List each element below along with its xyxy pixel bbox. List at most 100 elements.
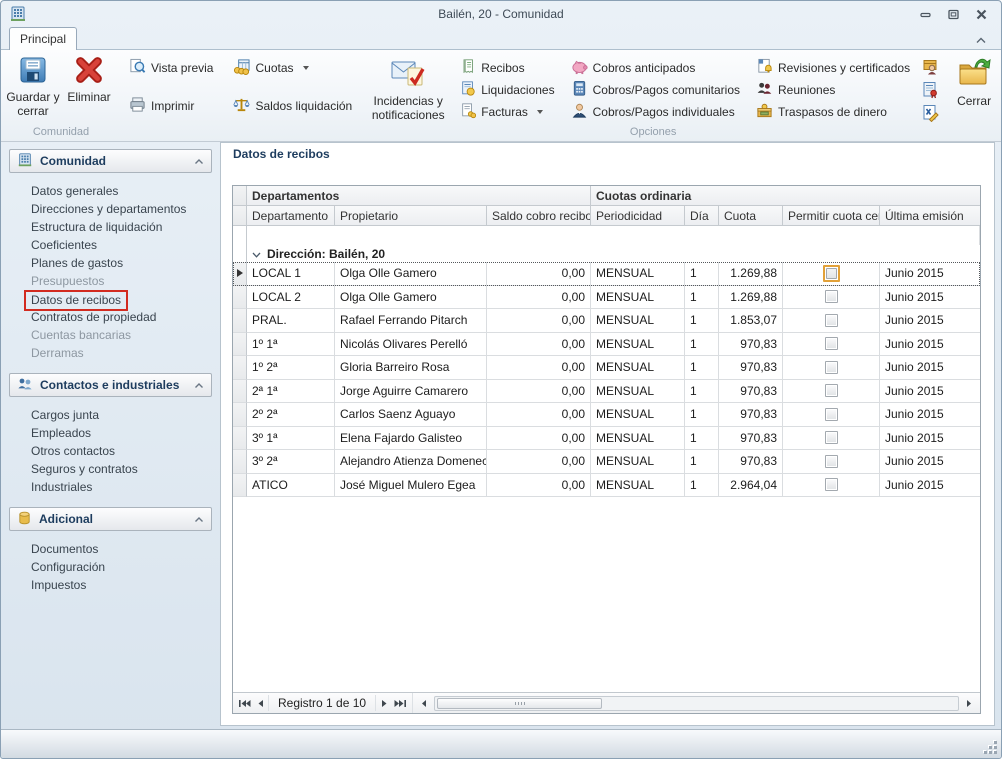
table-row[interactable]: LOCAL 1 Olga Olle Gamero 0,00 MENSUAL 1 …	[233, 262, 980, 286]
sidebar-item-otros-contactos[interactable]: Otros contactos	[9, 442, 212, 460]
cell-periodicidad[interactable]: MENSUAL	[591, 262, 685, 286]
cell-cuota[interactable]: 970,83	[719, 333, 783, 357]
first-record-button[interactable]	[236, 695, 252, 711]
checkbox[interactable]	[825, 314, 838, 327]
cobros-pagos-individuales-button[interactable]: Cobros/Pagos individuales	[567, 101, 744, 123]
person-money-icon[interactable]	[920, 57, 940, 77]
last-record-button[interactable]	[392, 695, 408, 711]
cell-cuota[interactable]: 970,83	[719, 450, 783, 474]
cell-cuota[interactable]: 1.269,88	[719, 262, 783, 286]
collapse-ribbon-icon[interactable]	[975, 33, 987, 47]
facturas-button[interactable]: Facturas	[456, 101, 558, 123]
cell-periodicidad[interactable]: MENSUAL	[591, 286, 685, 310]
sidebar-item-derramas[interactable]: Derramas	[9, 344, 212, 362]
cell-departamento[interactable]: ATICO	[247, 474, 335, 498]
reuniones-button[interactable]: Reuniones	[752, 79, 914, 101]
save-close-button[interactable]: Guardar y cerrar	[5, 52, 61, 126]
cell-permitir-cuota-cero[interactable]	[783, 474, 880, 498]
cell-saldo[interactable]: 0,00	[487, 403, 591, 427]
checkbox[interactable]	[825, 478, 838, 491]
cell-ultima-emision[interactable]: Junio 2015	[880, 474, 981, 498]
table-row[interactable]: 3º 1ª Elena Fajardo Galisteo 0,00 MENSUA…	[233, 427, 980, 451]
restore-button[interactable]	[947, 9, 959, 20]
checkbox[interactable]	[825, 290, 838, 303]
cell-periodicidad[interactable]: MENSUAL	[591, 474, 685, 498]
cell-dia[interactable]: 1	[685, 474, 719, 498]
column-header-saldo[interactable]: Saldo cobro recibos	[487, 206, 591, 226]
cerrar-button[interactable]: Cerrar	[946, 52, 1002, 126]
print-button[interactable]: Imprimir	[125, 95, 217, 117]
cell-departamento[interactable]: 2º 2ª	[247, 403, 335, 427]
cell-ultima-emision[interactable]: Junio 2015	[880, 427, 981, 451]
sidebar-item-contratos-propiedad[interactable]: Contratos de propiedad	[9, 308, 212, 326]
cell-cuota[interactable]: 2.964,04	[719, 474, 783, 498]
cell-dia[interactable]: 1	[685, 333, 719, 357]
sidebar-item-documentos[interactable]: Documentos	[9, 540, 212, 558]
checkbox[interactable]	[826, 268, 837, 279]
cell-propietario[interactable]: Elena Fajardo Galisteo	[335, 427, 487, 451]
liquidaciones-button[interactable]: Liquidaciones	[456, 79, 558, 101]
sidebar-item-presupuestos[interactable]: Presupuestos	[9, 272, 212, 290]
cobros-anticipados-button[interactable]: Cobros anticipados	[567, 57, 744, 79]
table-row[interactable]: PRAL. Rafael Ferrando Pitarch 0,00 MENSU…	[233, 309, 980, 333]
sidebar-item-industriales[interactable]: Industriales	[9, 478, 212, 496]
cell-saldo[interactable]: 0,00	[487, 450, 591, 474]
section-header-comunidad[interactable]: Comunidad	[9, 149, 212, 173]
cell-propietario[interactable]: José Miguel Mulero Egea	[335, 474, 487, 498]
section-header-contactos[interactable]: Contactos e industriales	[9, 373, 212, 397]
scroll-left-icon[interactable]	[416, 695, 432, 711]
recibos-button[interactable]: Recibos	[456, 57, 558, 79]
cell-periodicidad[interactable]: MENSUAL	[591, 309, 685, 333]
column-header-periodicidad[interactable]: Periodicidad	[591, 206, 685, 226]
next-record-button[interactable]	[376, 695, 392, 711]
cell-cuota[interactable]: 970,83	[719, 403, 783, 427]
preview-button[interactable]: Vista previa	[125, 57, 217, 79]
cell-permitir-cuota-cero[interactable]	[783, 309, 880, 333]
cell-propietario[interactable]: Carlos Saenz Aguayo	[335, 403, 487, 427]
cell-periodicidad[interactable]: MENSUAL	[591, 427, 685, 451]
cell-periodicidad[interactable]: MENSUAL	[591, 333, 685, 357]
column-header-permitir-cuota-cero[interactable]: Permitir cuota cero	[783, 206, 880, 226]
cell-cuota[interactable]: 1.269,88	[719, 286, 783, 310]
cell-saldo[interactable]: 0,00	[487, 356, 591, 380]
cell-ultima-emision[interactable]: Junio 2015	[880, 262, 981, 286]
delete-button[interactable]: Eliminar	[61, 52, 117, 126]
cell-cuota[interactable]: 970,83	[719, 356, 783, 380]
cell-cuota[interactable]: 1.853,07	[719, 309, 783, 333]
table-row[interactable]: 2º 2ª Carlos Saenz Aguayo 0,00 MENSUAL 1…	[233, 403, 980, 427]
column-header-departamento[interactable]: Departamento	[247, 206, 335, 226]
cell-saldo[interactable]: 0,00	[487, 380, 591, 404]
sidebar-item-empleados[interactable]: Empleados	[9, 424, 212, 442]
cell-saldo[interactable]: 0,00	[487, 286, 591, 310]
sidebar-item-impuestos[interactable]: Impuestos	[9, 576, 212, 594]
scrollbar-thumb[interactable]	[437, 698, 602, 709]
cell-permitir-cuota-cero[interactable]	[783, 427, 880, 451]
column-header-cuota[interactable]: Cuota	[719, 206, 783, 226]
chevron-up-icon[interactable]	[194, 154, 204, 168]
cell-periodicidad[interactable]: MENSUAL	[591, 450, 685, 474]
cell-ultima-emision[interactable]: Junio 2015	[880, 333, 981, 357]
scrollbar-track[interactable]	[434, 696, 959, 711]
cell-permitir-cuota-cero[interactable]	[783, 333, 880, 357]
cell-departamento[interactable]: PRAL.	[247, 309, 335, 333]
sidebar-item-seguros-contratos[interactable]: Seguros y contratos	[9, 460, 212, 478]
sidebar-item-datos-recibos[interactable]: Datos de recibos	[9, 290, 212, 308]
cobros-pagos-comunitarios-button[interactable]: Cobros/Pagos comunitarios	[567, 79, 744, 101]
certificate-icon[interactable]	[920, 80, 940, 100]
column-header-propietario[interactable]: Propietario	[335, 206, 487, 226]
cell-cuota[interactable]: 970,83	[719, 380, 783, 404]
table-row[interactable]: 1º 1ª Nicolás Olivares Perelló 0,00 MENS…	[233, 333, 980, 357]
cuotas-button[interactable]: Cuotas	[229, 57, 356, 79]
cell-departamento[interactable]: 3º 1ª	[247, 427, 335, 451]
collapse-group-icon[interactable]	[252, 247, 261, 261]
scroll-right-icon[interactable]	[961, 695, 977, 711]
cell-permitir-cuota-cero[interactable]	[783, 380, 880, 404]
sidebar-item-planes-gastos[interactable]: Planes de gastos	[9, 254, 212, 272]
cell-departamento[interactable]: 1º 1ª	[247, 333, 335, 357]
sidebar-item-coeficientes[interactable]: Coeficientes	[9, 236, 212, 254]
table-row[interactable]: LOCAL 2 Olga Olle Gamero 0,00 MENSUAL 1 …	[233, 286, 980, 310]
cell-permitir-cuota-cero[interactable]	[783, 262, 880, 286]
report-pencil-icon[interactable]	[920, 103, 940, 123]
cell-propietario[interactable]: Nicolás Olivares Perelló	[335, 333, 487, 357]
cell-permitir-cuota-cero[interactable]	[783, 403, 880, 427]
